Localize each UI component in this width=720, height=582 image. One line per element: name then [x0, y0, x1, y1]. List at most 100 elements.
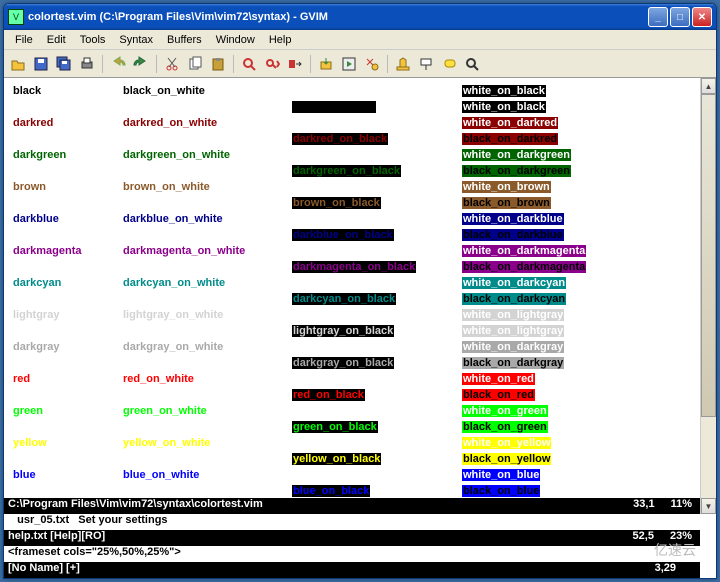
menu-file[interactable]: File: [8, 32, 40, 48]
undo-button[interactable]: [108, 54, 128, 74]
copy-button[interactable]: [185, 54, 205, 74]
color-name-black: black: [12, 83, 122, 99]
status-file: C:\Program Files\Vim\vim72\syntax\colort…: [4, 498, 625, 514]
redo-icon: [133, 56, 149, 72]
on-white-darkgreen: darkgreen_on_white: [122, 147, 292, 163]
color-name-darkmagenta: darkmagenta: [12, 243, 122, 259]
on-black-darkred: darkred_on_black: [292, 131, 462, 147]
print-button[interactable]: [77, 54, 97, 74]
spacer3-darkblue: [122, 227, 292, 243]
black-on-darkred: black_on_darkred: [462, 131, 672, 147]
search-button[interactable]: [462, 54, 482, 74]
spacer3-red: [122, 387, 292, 403]
make-button[interactable]: [362, 54, 382, 74]
editor[interactable]: blackblack_on_whitewhite_on_blackblack_o…: [4, 78, 716, 578]
save-icon: [33, 56, 49, 72]
spacer3-brown: [122, 195, 292, 211]
spacer1-brown: [292, 179, 462, 195]
spacer2-blue: [12, 483, 122, 499]
scroll-track[interactable]: [701, 94, 716, 498]
toolbar-separator: [156, 55, 157, 73]
black-on-darkgreen: black_on_darkgreen: [462, 163, 672, 179]
menu-syntax[interactable]: Syntax: [112, 32, 160, 48]
scroll-thumb[interactable]: [701, 94, 716, 417]
spacer2-darkgreen: [12, 163, 122, 179]
spacer1-red: [292, 371, 462, 387]
close-button[interactable]: ✕: [692, 7, 712, 27]
spacer1-lightgray: [292, 307, 462, 323]
find-button[interactable]: [239, 54, 259, 74]
on-black-blue: blue_on_black: [292, 483, 462, 499]
spacer2-darkred: [12, 131, 122, 147]
spacer2-green: [12, 419, 122, 435]
on-white-yellow: yellow_on_white: [122, 435, 292, 451]
black-on-red: black_on_red: [462, 387, 672, 403]
white-on-green: white_on_green: [462, 403, 672, 419]
on-black-red: red_on_black: [292, 387, 462, 403]
scrollbar[interactable]: ▲ ▼: [700, 78, 716, 514]
on-black-black: black_on_black: [292, 99, 462, 115]
on-black-lightgray: lightgray_on_black: [292, 323, 462, 339]
color-name-green: green: [12, 403, 122, 419]
saveall-button[interactable]: [54, 54, 74, 74]
white-on-black: white_on_black: [462, 99, 672, 115]
menu-buffers[interactable]: Buffers: [160, 32, 209, 48]
scroll-up-button[interactable]: ▲: [701, 78, 716, 94]
status-line-5: [No Name] [+] 3,29: [4, 562, 700, 578]
app-icon: V: [8, 9, 24, 25]
spacer3-darkred: [122, 131, 292, 147]
minimize-button[interactable]: _: [648, 7, 668, 27]
menu-tools[interactable]: Tools: [73, 32, 113, 48]
black-on-darkblue: black_on_darkblue: [462, 227, 672, 243]
scroll-down-button[interactable]: ▼: [701, 498, 716, 514]
on-white-green: green_on_white: [122, 403, 292, 419]
replace-icon: [287, 56, 303, 72]
tag-button[interactable]: [416, 54, 436, 74]
color-name-darkblue: darkblue: [12, 211, 122, 227]
tag-icon: [418, 56, 434, 72]
help-button[interactable]: [439, 54, 459, 74]
white-on-yellow: white_on_yellow: [462, 435, 672, 451]
findnext-button[interactable]: [262, 54, 282, 74]
menu-window[interactable]: Window: [209, 32, 262, 48]
status-line-1: C:\Program Files\Vim\vim72\syntax\colort…: [4, 498, 700, 514]
toolbar: [4, 50, 716, 78]
spacer1-darkgray: [292, 339, 462, 355]
replace-button[interactable]: [285, 54, 305, 74]
status-pos-1: 33,1: [625, 498, 662, 514]
save-button[interactable]: [31, 54, 51, 74]
run-button[interactable]: [339, 54, 359, 74]
load-icon: [318, 56, 334, 72]
status-line-3: help.txt [Help][RO] 52,5 23%: [4, 530, 700, 546]
saveall-icon: [56, 56, 72, 72]
on-white-black: black_on_white: [122, 83, 292, 99]
shell-button[interactable]: [393, 54, 413, 74]
status-line-2: usr_05.txt Set your settings: [4, 514, 700, 530]
on-black-darkmagenta: darkmagenta_on_black: [292, 259, 462, 275]
findnext-icon: [264, 56, 280, 72]
help-icon: [441, 56, 457, 72]
open-button[interactable]: [8, 54, 28, 74]
cut-icon: [164, 56, 180, 72]
status-area: C:\Program Files\Vim\vim72\syntax\colort…: [4, 498, 700, 578]
watermark: 亿速云: [654, 540, 696, 560]
white-on-darkred: white_on_darkred: [462, 115, 672, 131]
maximize-button[interactable]: □: [670, 7, 690, 27]
spacer2-lightgray: [12, 323, 122, 339]
menu-help[interactable]: Help: [262, 32, 299, 48]
white-on-lightgray: white_on_lightgray: [462, 323, 672, 339]
window-title: colortest.vim (C:\Program Files\Vim\vim7…: [28, 11, 646, 23]
redo-button[interactable]: [131, 54, 151, 74]
color-grid: blackblack_on_whitewhite_on_blackblack_o…: [4, 78, 716, 536]
shell-icon: [395, 56, 411, 72]
menu-edit[interactable]: Edit: [40, 32, 73, 48]
cut-button[interactable]: [162, 54, 182, 74]
load-button[interactable]: [316, 54, 336, 74]
paste-button[interactable]: [208, 54, 228, 74]
spacer3-lightgray: [122, 323, 292, 339]
paste-icon: [210, 56, 226, 72]
spacer3-darkgreen: [122, 163, 292, 179]
find-icon: [241, 56, 257, 72]
window: V colortest.vim (C:\Program Files\Vim\vi…: [3, 3, 717, 579]
white-on-darkcyan: white_on_darkcyan: [462, 275, 672, 291]
